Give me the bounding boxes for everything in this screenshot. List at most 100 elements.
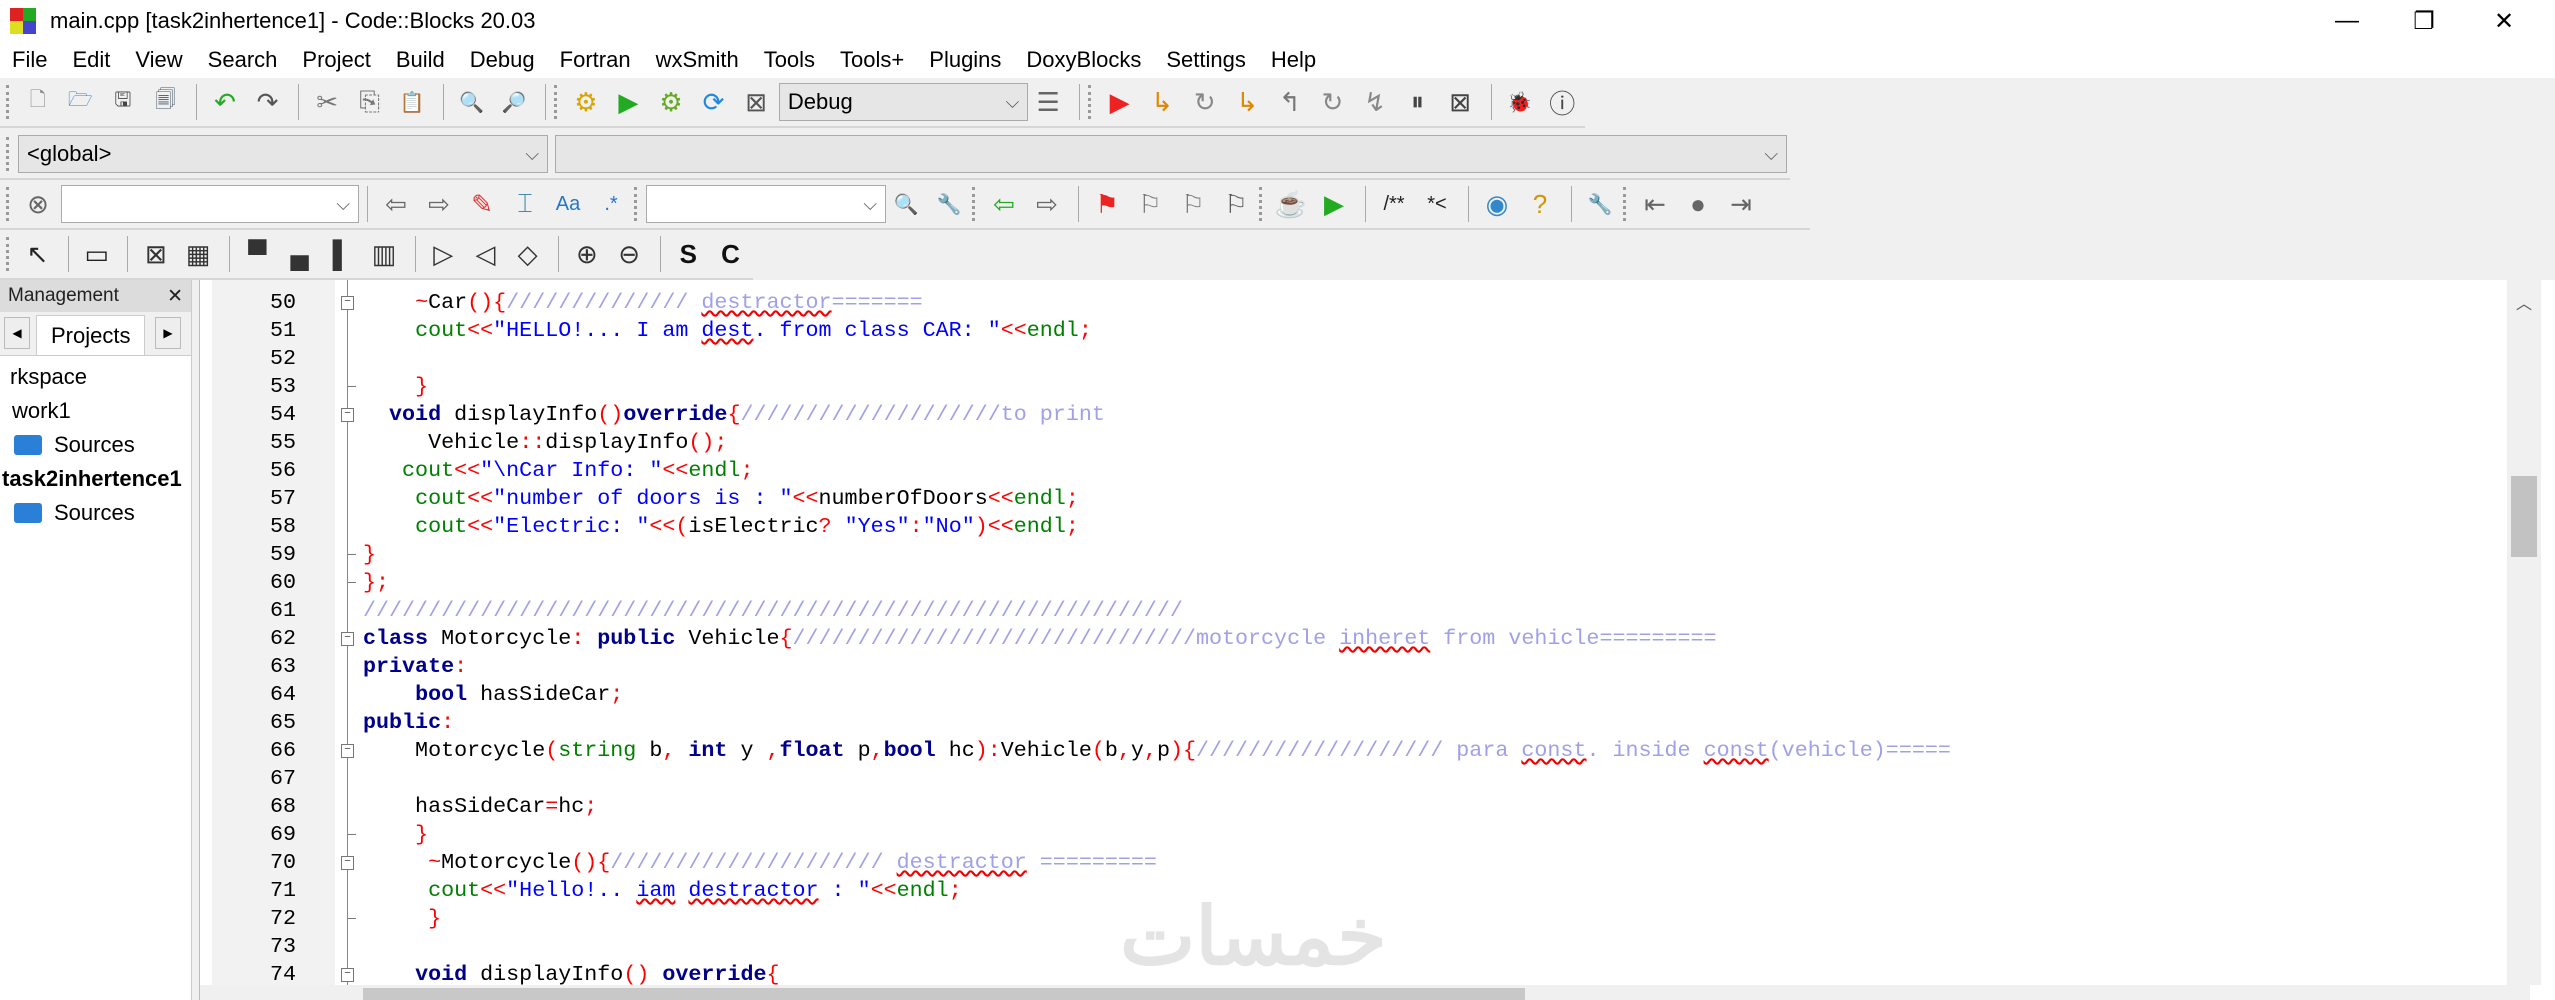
symbol-dropdown[interactable]: ⌵ [555, 135, 1787, 173]
find-icon[interactable]: 🔍 [452, 82, 492, 122]
clear-bookmarks-icon[interactable]: ⚐ [1216, 184, 1256, 224]
prev-bookmark-icon[interactable]: ⚐ [1130, 184, 1170, 224]
close-button[interactable]: ✕ [2466, 0, 2542, 42]
align-left-icon[interactable]: ▌ [322, 234, 361, 274]
pointer-icon[interactable]: ↖ [18, 234, 57, 274]
selected-occurrence-icon[interactable]: ⌶ [505, 184, 545, 224]
toolbar-grip[interactable] [6, 85, 12, 119]
next-line-icon[interactable]: ↻ [1185, 82, 1225, 122]
debug-continue-icon[interactable]: ▶ [1100, 82, 1140, 122]
tree-item[interactable]: Sources [0, 496, 191, 530]
jump-forward-icon[interactable]: ⇨ [1027, 184, 1067, 224]
menu-tools[interactable]: Tools [760, 47, 827, 73]
tree-item[interactable]: work1 [0, 394, 191, 428]
cut-icon[interactable]: ✂ [307, 82, 347, 122]
code-completion-icon[interactable]: ☕ [1271, 184, 1311, 224]
tree-item[interactable]: Sources [0, 428, 191, 462]
goto-start-icon[interactable]: ⇤ [1635, 184, 1675, 224]
step-into-icon[interactable]: ↳ [1228, 82, 1268, 122]
border-both-icon[interactable]: ◇ [508, 234, 547, 274]
border-left-icon[interactable]: ◁ [466, 234, 505, 274]
match-case-icon[interactable]: Aa [548, 184, 588, 224]
menu-tools-plus[interactable]: Tools+ [836, 47, 916, 73]
close-panel-icon[interactable]: ✕ [167, 285, 183, 308]
vertical-scrollbar[interactable]: ︿ [2507, 280, 2541, 985]
rebuild-icon[interactable]: ⟳ [694, 82, 734, 122]
build-options-icon[interactable]: ☰ [1028, 82, 1068, 122]
sizer-flex-icon[interactable]: ▦ [179, 234, 218, 274]
menu-fortran[interactable]: Fortran [556, 47, 643, 73]
scroll-up-icon[interactable]: ︿ [2516, 290, 2532, 314]
abort-icon[interactable]: ⊠ [736, 82, 776, 122]
build-and-run-icon[interactable]: ⚙ [651, 82, 691, 122]
clear-search-icon[interactable]: ⊗ [18, 184, 58, 224]
tree-item[interactable]: task2inhertence1 [0, 462, 191, 496]
save-all-icon[interactable]: 🗐 [146, 82, 186, 122]
sizer-grid-icon[interactable]: ⊠ [136, 234, 175, 274]
menu-build[interactable]: Build [392, 47, 457, 73]
code-editor[interactable]: 50− ~Car(){////////////// destractor====… [199, 280, 2555, 1000]
menu-plugins[interactable]: Plugins [925, 47, 1013, 73]
zoom-in-icon[interactable]: ⊕ [567, 234, 606, 274]
next-bookmark-icon[interactable]: ⚐ [1173, 184, 1213, 224]
doxy-line-icon[interactable]: *< [1417, 184, 1457, 224]
undo-icon[interactable]: ↶ [205, 82, 245, 122]
jump-back-icon[interactable]: ⇦ [984, 184, 1024, 224]
menu-help[interactable]: Help [1267, 47, 1328, 73]
wrench-icon[interactable]: 🔧 [1580, 184, 1620, 224]
vertical-scroll-thumb[interactable] [2511, 476, 2537, 557]
run-codecompletion-icon[interactable]: ▶ [1314, 184, 1354, 224]
next-instruction-icon[interactable]: ↻ [1313, 82, 1353, 122]
menu-wxsmith[interactable]: wxSmith [652, 47, 751, 73]
toggle-bookmark-icon[interactable]: ⚑ [1087, 184, 1127, 224]
highlight-icon[interactable]: ✎ [462, 184, 502, 224]
toolbar-grip[interactable] [972, 187, 978, 221]
tab-scroll-left-icon[interactable]: ◀ [4, 317, 30, 349]
align-center-icon[interactable]: ▥ [364, 234, 403, 274]
toolbar-grip[interactable] [1259, 187, 1265, 221]
regex-icon[interactable]: .* [591, 184, 631, 224]
prev-icon[interactable]: ⇦ [376, 184, 416, 224]
copy-icon[interactable]: ⎘ [350, 82, 390, 122]
fold-toggle-icon[interactable]: − [341, 856, 354, 870]
goto-end-icon[interactable]: ⇥ [1721, 184, 1761, 224]
zoom-out-icon[interactable]: ⊖ [609, 234, 648, 274]
menu-settings[interactable]: Settings [1162, 47, 1258, 73]
fold-toggle-icon[interactable]: − [341, 968, 354, 982]
horizontal-scrollbar[interactable] [200, 985, 2530, 1000]
html-help-icon[interactable]: ◉ [1477, 184, 1517, 224]
menu-file[interactable]: File [8, 47, 59, 73]
fold-toggle-icon[interactable]: − [341, 632, 354, 646]
toolbar-grip[interactable] [6, 187, 12, 221]
chm-help-icon[interactable]: ? [1520, 184, 1560, 224]
save-icon[interactable]: 🖫 [103, 82, 143, 122]
scope-dropdown[interactable]: <global> ⌵ [18, 135, 548, 173]
debugging-windows-icon[interactable]: 🐞 [1500, 82, 1540, 122]
step-into-instruction-icon[interactable]: ↯ [1355, 82, 1395, 122]
symbol-s-icon[interactable]: S [669, 234, 708, 274]
border-right-icon[interactable]: ▷ [424, 234, 463, 274]
toolbar-grip[interactable] [554, 85, 560, 119]
new-file-icon[interactable]: 🗋 [18, 82, 58, 122]
maximize-button[interactable]: ❐ [2386, 0, 2462, 42]
menu-doxyblocks[interactable]: DoxyBlocks [1022, 47, 1153, 73]
horizontal-scroll-thumb[interactable] [363, 988, 1525, 1000]
break-debugger-icon[interactable]: ⏸ [1398, 82, 1438, 122]
toolbar-grip[interactable] [1087, 85, 1094, 119]
menu-edit[interactable]: Edit [68, 47, 122, 73]
toolbar-grip[interactable] [1623, 187, 1629, 221]
fold-toggle-icon[interactable]: − [341, 408, 354, 422]
step-out-icon[interactable]: ↰ [1270, 82, 1310, 122]
toolbar-grip[interactable] [634, 187, 640, 221]
align-top-icon[interactable]: ▀ [238, 234, 277, 274]
stop-debugger-icon[interactable]: ⊠ [1440, 82, 1480, 122]
tree-item[interactable]: rkspace [0, 360, 191, 394]
align-bottom-icon[interactable]: ▄ [280, 234, 319, 274]
run-icon[interactable]: ▶ [609, 82, 649, 122]
center-icon[interactable]: ● [1678, 184, 1718, 224]
toolbar-grip[interactable] [6, 237, 12, 271]
run-to-cursor-icon[interactable]: ↳ [1142, 82, 1182, 122]
toolbar-grip[interactable] [6, 137, 12, 171]
menu-view[interactable]: View [131, 47, 194, 73]
build-icon[interactable]: ⚙ [566, 82, 606, 122]
